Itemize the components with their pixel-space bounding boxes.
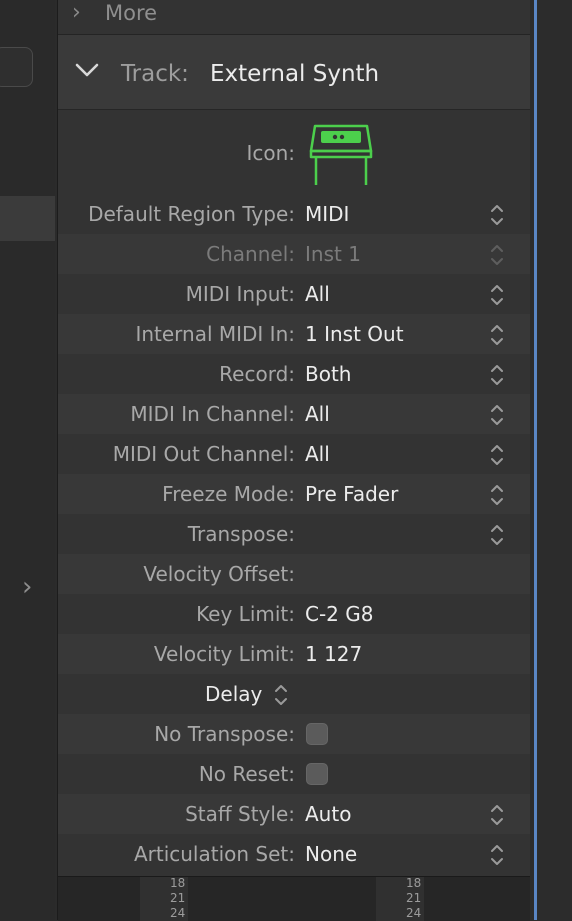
track-inspector: › More Track: External Synth Icon: Defau… [57, 0, 530, 921]
param-row-midi-in-channel: MIDI In Channel: All [58, 394, 530, 434]
synth-keyboard-icon[interactable] [307, 123, 377, 187]
param-row-channel: Channel: Inst 1 [58, 234, 530, 274]
param-label-midi-input: MIDI Input: [185, 282, 295, 306]
meter-tick-label: 18 [406, 876, 422, 890]
param-row-no-reset: No Reset: [58, 754, 530, 794]
param-label-freeze-mode: Freeze Mode: [162, 482, 295, 506]
track-label-prefix: Track: [121, 61, 189, 87]
chevron-down-icon [75, 63, 99, 77]
expand-inspector-arrow-icon[interactable]: › [22, 572, 42, 602]
param-label-channel: Channel: [206, 242, 295, 266]
right-panel-edge [530, 0, 572, 920]
level-meter: 18 21 24 [376, 877, 424, 921]
track-section-header[interactable]: Track: External Synth [58, 35, 530, 110]
up-down-stepper-icon[interactable] [488, 362, 506, 388]
param-label-no-reset: No Reset: [198, 762, 295, 786]
meter-tick-label: 24 [406, 906, 422, 920]
up-down-stepper-icon[interactable] [272, 682, 290, 708]
more-section-label: More [105, 1, 158, 25]
track-name[interactable]: External Synth [210, 59, 379, 89]
param-row-freeze-mode: Freeze Mode: Pre Fader [58, 474, 530, 514]
param-label-key-limit: Key Limit: [196, 602, 295, 626]
mixer-strip-preview: 18 21 24 18 21 24 [58, 876, 530, 921]
param-label-internal-midi-in: Internal MIDI In: [135, 322, 295, 346]
parameter-list: Default Region Type: MIDI Channel: Inst 1 MI… [58, 194, 530, 874]
param-value-articulation-set[interactable]: None [305, 840, 357, 868]
up-down-stepper-icon[interactable] [488, 482, 506, 508]
param-value-internal-midi-in[interactable]: 1 Inst Out [305, 320, 404, 348]
param-value-midi-out-channel[interactable]: All [305, 440, 330, 468]
param-row-no-transpose: No Transpose: [58, 714, 530, 754]
checkbox-no-transpose[interactable] [306, 723, 328, 745]
param-row-key-limit: Key Limit: C-2 G8 [58, 594, 530, 634]
param-value-default-region-type[interactable]: MIDI [305, 200, 349, 228]
left-panel: › [0, 0, 55, 920]
icon-row: Icon: [58, 111, 530, 194]
param-row-midi-input: MIDI Input: All [58, 274, 530, 314]
param-row-record: Record: Both [58, 354, 530, 394]
param-row-staff-style: Staff Style: Auto [58, 794, 530, 834]
left-panel-field[interactable] [0, 47, 33, 87]
param-row-midi-out-channel: MIDI Out Channel: All [58, 434, 530, 474]
up-down-stepper-icon[interactable] [488, 202, 506, 228]
left-panel-selected-item[interactable] [0, 196, 55, 241]
meter-tick-label: 21 [406, 891, 422, 905]
param-label-no-transpose: No Transpose: [154, 722, 295, 746]
level-meter: 18 21 24 [140, 877, 188, 921]
param-row-velocity-limit: Velocity Limit: 1 127 [58, 634, 530, 674]
param-value-midi-in-channel[interactable]: All [305, 400, 330, 428]
param-row-default-region-type: Default Region Type: MIDI [58, 194, 530, 234]
param-value-freeze-mode[interactable]: Pre Fader [305, 480, 398, 508]
param-value-staff-style[interactable]: Auto [305, 800, 351, 828]
param-label-record: Record: [219, 362, 295, 386]
icon-row-label: Icon: [246, 141, 295, 165]
meter-tick-label: 18 [170, 876, 186, 890]
param-label-default-region-type: Default Region Type: [88, 202, 295, 226]
param-value-key-limit[interactable]: C-2 G8 [305, 600, 374, 628]
param-label-articulation-set: Articulation Set: [133, 842, 295, 866]
more-section-header[interactable]: › More [58, 0, 530, 35]
param-value-velocity-limit[interactable]: 1 127 [305, 640, 362, 668]
param-label-midi-out-channel: MIDI Out Channel: [112, 442, 295, 466]
up-down-stepper-icon[interactable] [488, 442, 506, 468]
param-label-staff-style: Staff Style: [185, 802, 295, 826]
param-row-velocity-offset: Velocity Offset: [58, 554, 530, 594]
up-down-stepper-icon [488, 242, 506, 268]
up-down-stepper-icon[interactable] [488, 522, 506, 548]
up-down-stepper-icon[interactable] [488, 402, 506, 428]
chevron-right-icon: › [72, 0, 81, 25]
up-down-stepper-icon[interactable] [488, 322, 506, 348]
param-row-delay: Delay [58, 674, 530, 714]
param-label-velocity-offset: Velocity Offset: [143, 562, 295, 586]
checkbox-no-reset[interactable] [306, 763, 328, 785]
up-down-stepper-icon[interactable] [488, 282, 506, 308]
meter-tick-label: 24 [170, 906, 186, 920]
param-label-velocity-limit: Velocity Limit: [153, 642, 295, 666]
up-down-stepper-icon[interactable] [488, 802, 506, 828]
up-down-stepper-icon[interactable] [488, 842, 506, 868]
param-row-internal-midi-in: Internal MIDI In: 1 Inst Out [58, 314, 530, 354]
selection-indicator [534, 0, 537, 920]
param-row-transpose: Transpose: [58, 514, 530, 554]
param-label-transpose: Transpose: [187, 522, 295, 546]
param-value-midi-input[interactable]: All [305, 280, 330, 308]
meter-tick-label: 21 [170, 891, 186, 905]
param-value-record[interactable]: Both [305, 360, 351, 388]
param-label-midi-in-channel: MIDI In Channel: [130, 402, 295, 426]
param-label-delay[interactable]: Delay [205, 680, 262, 708]
param-row-articulation-set: Articulation Set: None [58, 834, 530, 874]
param-value-channel: Inst 1 [305, 242, 361, 266]
